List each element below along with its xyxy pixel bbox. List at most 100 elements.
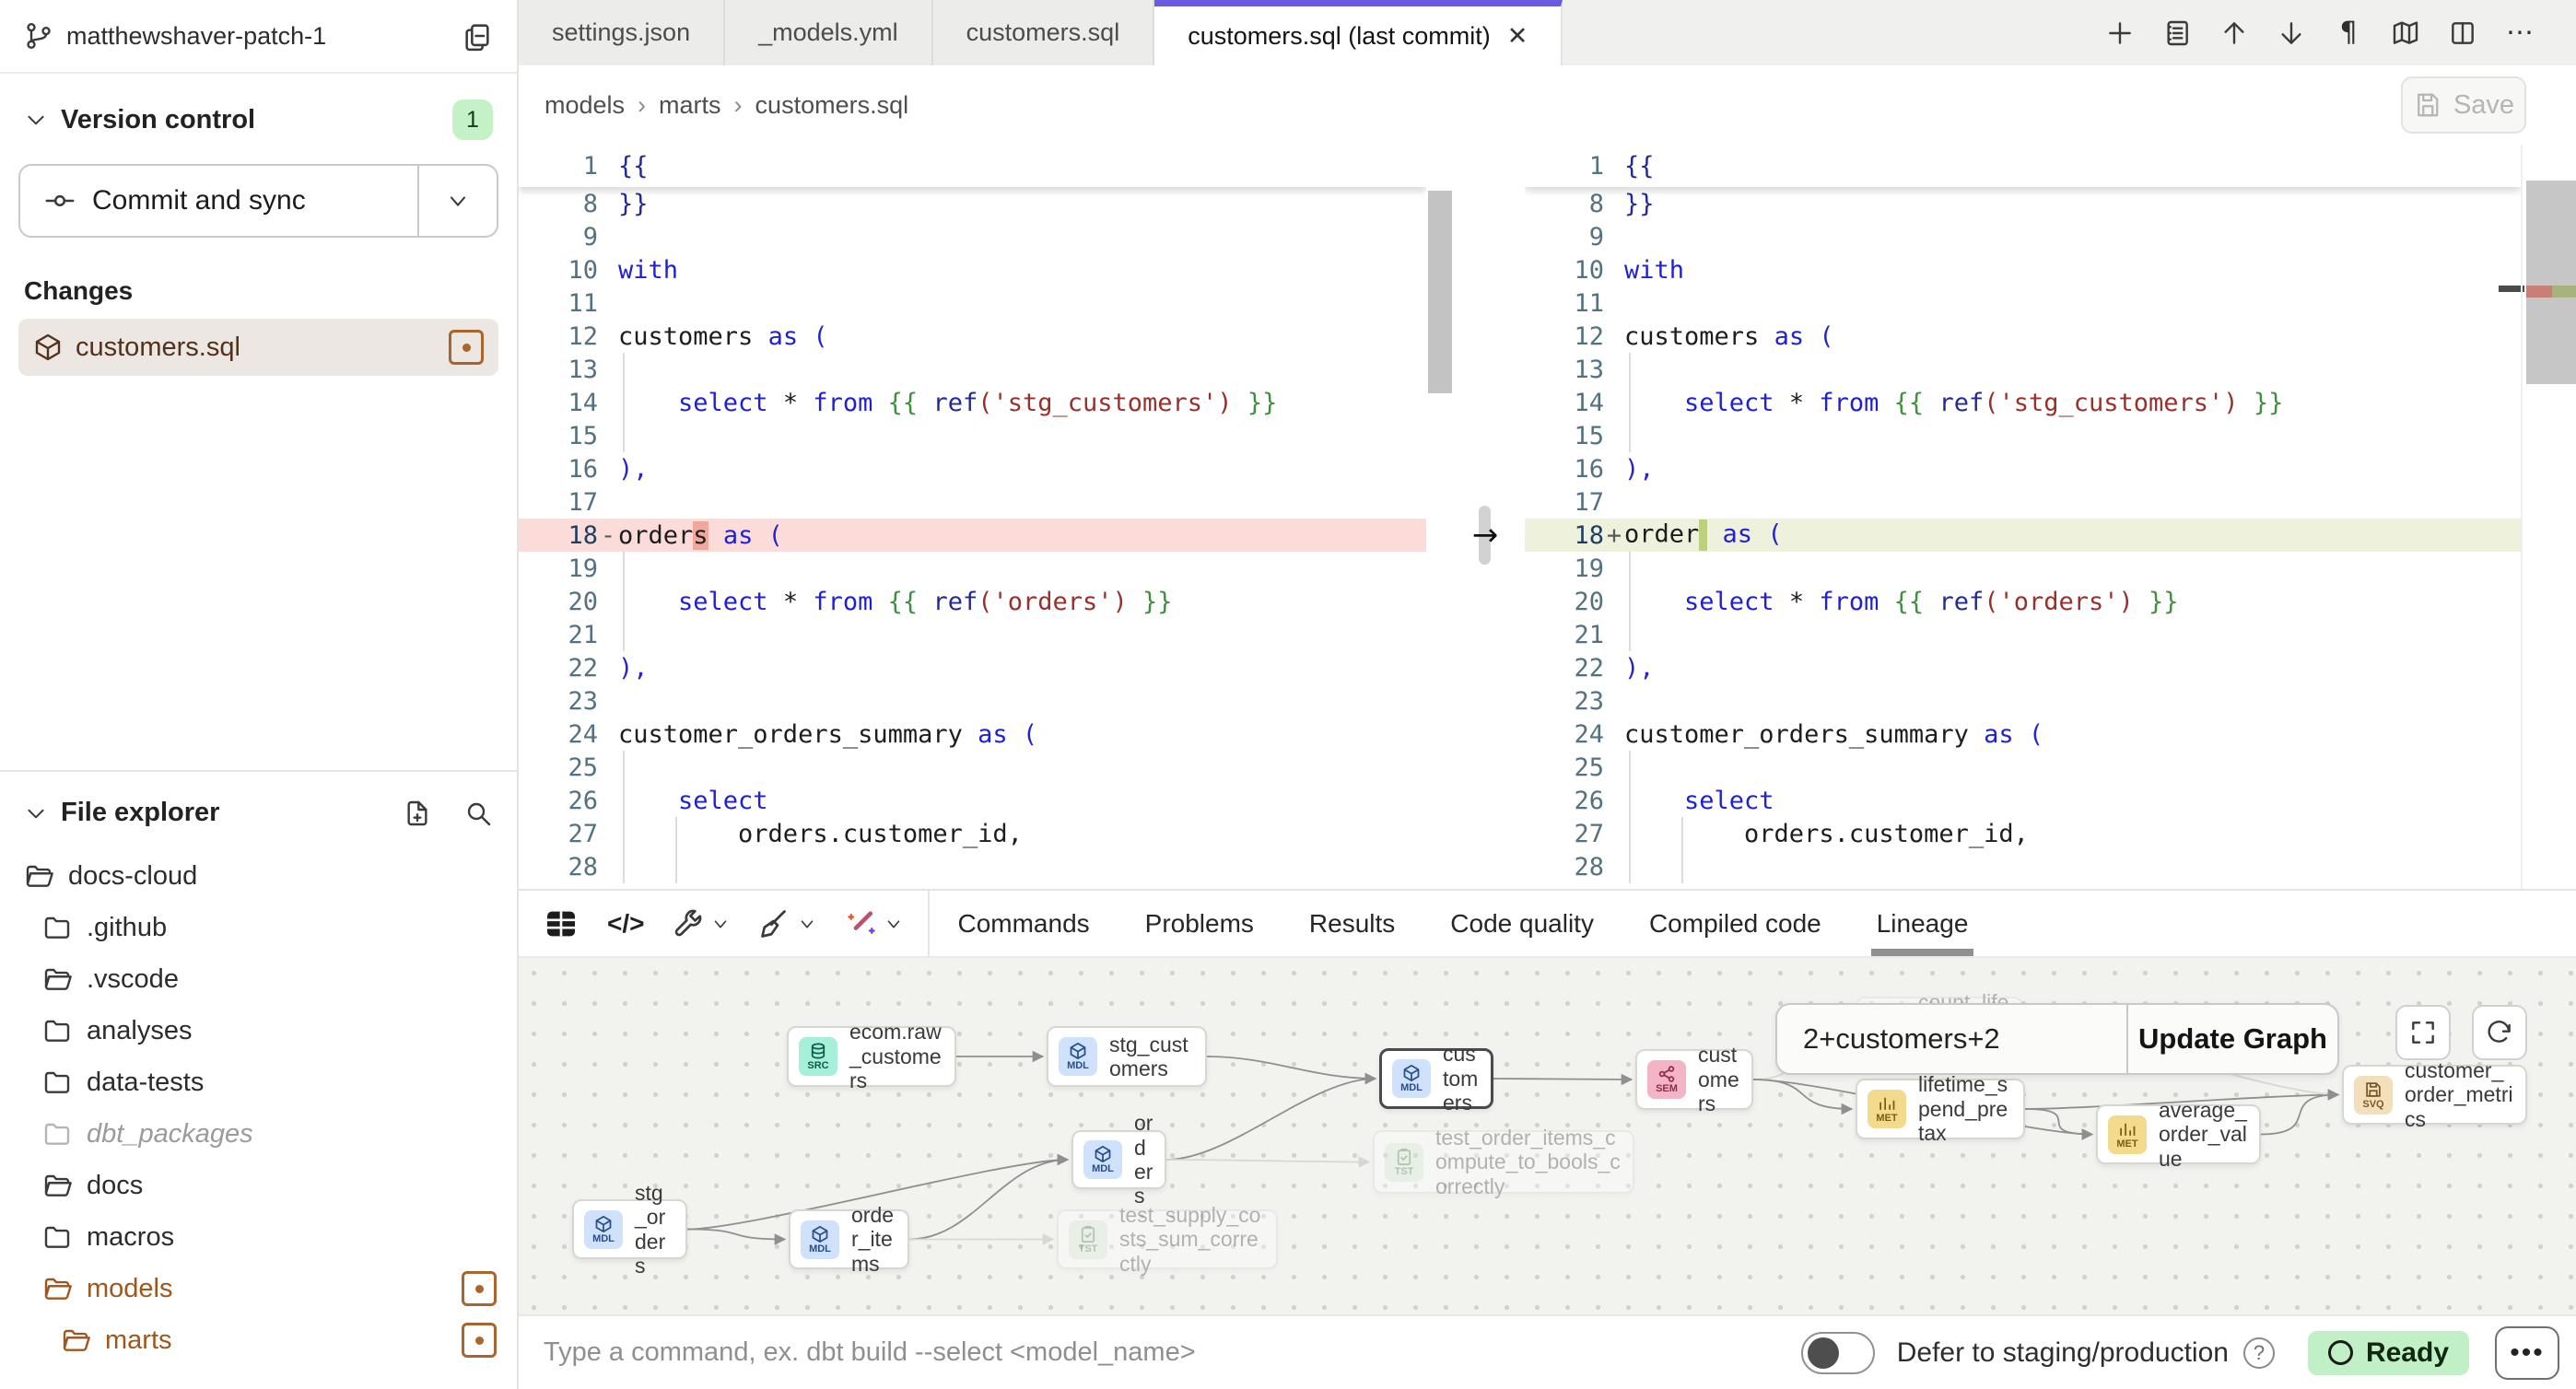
build-tools-icon[interactable]: [672, 907, 731, 940]
scroll-up-icon[interactable]: [2219, 18, 2250, 49]
diff-editor-modified-pane[interactable]: 1{{8}}910with1112customers as (1314 sele…: [1525, 145, 2521, 889]
code-line-28[interactable]: 28: [1525, 850, 2521, 883]
code-line-11[interactable]: 11: [1525, 286, 2521, 320]
code-line-11[interactable]: 11: [519, 286, 1426, 320]
lineage-refresh-button[interactable]: [2472, 1005, 2527, 1060]
file-explorer-item-dbt_packages[interactable]: dbt_packages: [0, 1108, 517, 1160]
diff-overview-ruler[interactable]: [2521, 145, 2576, 889]
lineage-node-stg_orders[interactable]: MDLstg_orders: [572, 1199, 687, 1259]
format-code-icon[interactable]: [758, 907, 817, 940]
code-line-27[interactable]: 27 orders.customer_id,: [1525, 817, 2521, 850]
ide-more-button[interactable]: •••: [2495, 1326, 2559, 1380]
code-line-24[interactable]: 24customer_orders_summary as (: [1525, 718, 2521, 751]
command-input[interactable]: [544, 1337, 1801, 1368]
code-line-12[interactable]: 12customers as (: [519, 320, 1426, 353]
breadcrumb-file[interactable]: customers.sql: [755, 91, 909, 120]
diff-editor-original-pane[interactable]: 1{{8}}910with1112customers as (1314 sele…: [519, 145, 1426, 889]
code-line-12[interactable]: 12customers as (: [1525, 320, 2521, 353]
update-graph-button[interactable]: Update Graph: [2126, 1005, 2337, 1073]
lineage-fullscreen-button[interactable]: [2395, 1005, 2451, 1060]
version-control-header[interactable]: Version control 1: [0, 74, 517, 158]
code-line-25[interactable]: 25: [519, 751, 1426, 784]
file-explorer-header[interactable]: File explorer: [0, 772, 517, 846]
code-line-15[interactable]: 15: [1525, 419, 2521, 452]
code-line-13[interactable]: 13: [519, 353, 1426, 386]
tab-settings.json[interactable]: settings.json: [519, 0, 725, 65]
code-line-25[interactable]: 25: [1525, 751, 2521, 784]
lineage-selector-input[interactable]: [1777, 1005, 2126, 1073]
lineage-node-order_items[interactable]: MDLorder_items: [789, 1209, 909, 1269]
code-line-28[interactable]: 28: [519, 850, 1426, 883]
breadcrumb-models[interactable]: models: [544, 91, 625, 120]
lineage-node-test_order_items_compute_to_bools_correctly[interactable]: TSTtest_order_items_compute_to_bools_cor…: [1373, 1130, 1634, 1194]
code-line-18[interactable]: 18+order as (: [1525, 519, 2521, 552]
code-line-1[interactable]: 1{{: [519, 145, 1426, 187]
code-line-16[interactable]: 16),: [519, 452, 1426, 485]
file-explorer-item-docs-cloud[interactable]: docs-cloud: [0, 850, 517, 902]
bottom-tab-results[interactable]: Results: [1282, 891, 1423, 956]
file-explorer-item-macros[interactable]: macros: [0, 1211, 517, 1263]
code-line-8[interactable]: 8}}: [1525, 187, 2521, 220]
lineage-canvas[interactable]: SRCecom.raw_customersMDLstg_customersMDL…: [519, 958, 2576, 1314]
code-line-22[interactable]: 22),: [1525, 651, 2521, 684]
lineage-node-customer_order_metrics[interactable]: SVQcustomer_order_metrics: [2342, 1065, 2527, 1125]
code-line-23[interactable]: 23: [1525, 684, 2521, 718]
lineage-node-stg_customers[interactable]: MDLstg_customers: [1047, 1026, 1207, 1087]
code-line-24[interactable]: 24customer_orders_summary as (: [519, 718, 1426, 751]
lineage-node-orders[interactable]: MDLorders: [1071, 1130, 1166, 1189]
bottom-tab-lineage[interactable]: Lineage: [1849, 891, 1996, 956]
file-explorer-item-marts[interactable]: marts: [0, 1314, 517, 1366]
file-explorer-item-models[interactable]: models: [0, 1263, 517, 1314]
new-file-icon[interactable]: [403, 799, 432, 828]
bottom-tab-code-quality[interactable]: Code quality: [1423, 891, 1622, 956]
code-line-21[interactable]: 21: [1525, 618, 2521, 651]
file-explorer-item-.github[interactable]: .github: [0, 902, 517, 953]
minimap-icon[interactable]: [2390, 18, 2421, 49]
dbt-copilot-icon[interactable]: [845, 907, 904, 940]
lineage-node-customers[interactable]: MDLcustomers: [1379, 1048, 1493, 1109]
code-line-13[interactable]: 13: [1525, 353, 2521, 386]
file-explorer-item-data-tests[interactable]: data-tests: [0, 1056, 517, 1108]
lineage-node-customers_sem[interactable]: SEMcustomers: [1635, 1049, 1753, 1110]
code-line-20[interactable]: 20 select * from {{ ref('orders') }}: [519, 585, 1426, 618]
code-line-10[interactable]: 10with: [1525, 253, 2521, 286]
code-line-17[interactable]: 17: [1525, 485, 2521, 519]
file-explorer-item-docs[interactable]: docs: [0, 1160, 517, 1211]
left-editor-scrollbar[interactable]: [1428, 191, 1452, 393]
tab-_models.yml[interactable]: _models.yml: [725, 0, 933, 65]
new-tab-icon[interactable]: [2104, 18, 2136, 49]
more-actions-icon[interactable]: ⋯: [2504, 18, 2535, 49]
code-line-16[interactable]: 16),: [1525, 452, 2521, 485]
code-line-14[interactable]: 14 select * from {{ ref('stg_customers')…: [1525, 386, 2521, 419]
code-line-19[interactable]: 19: [519, 552, 1426, 585]
code-line-15[interactable]: 15: [519, 419, 1426, 452]
split-editor-icon[interactable]: [2447, 18, 2478, 49]
code-line-10[interactable]: 10with: [519, 253, 1426, 286]
tab-customers.sql (last commit)[interactable]: customers.sql (last commit)✕: [1154, 0, 1563, 65]
code-line-21[interactable]: 21: [519, 618, 1426, 651]
commit-options-caret[interactable]: [417, 166, 497, 236]
diff-revert-arrow-icon[interactable]: →: [1463, 517, 1507, 554]
copy-branch-icon[interactable]: [462, 20, 493, 52]
code-line-9[interactable]: 9: [519, 220, 1426, 253]
code-line-18[interactable]: 18-orders as (: [519, 519, 1426, 552]
code-line-19[interactable]: 19: [1525, 552, 2521, 585]
code-line-14[interactable]: 14 select * from {{ ref('stg_customers')…: [519, 386, 1426, 419]
code-line-8[interactable]: 8}}: [519, 187, 1426, 220]
lineage-node-average_order_value[interactable]: METaverage_order_value: [2096, 1104, 2261, 1164]
help-icon[interactable]: ?: [2243, 1337, 2275, 1369]
bottom-tab-compiled-code[interactable]: Compiled code: [1622, 891, 1849, 956]
code-line-17[interactable]: 17: [519, 485, 1426, 519]
code-line-23[interactable]: 23: [519, 684, 1426, 718]
lineage-node-test_supply_costs_sum_correctly[interactable]: TSTtest_supply_costs_sum_correctly: [1057, 1209, 1278, 1269]
code-line-1[interactable]: 1{{: [1525, 145, 2521, 187]
code-line-26[interactable]: 26 select: [1525, 784, 2521, 817]
code-line-27[interactable]: 27 orders.customer_id,: [519, 817, 1426, 850]
code-line-20[interactable]: 20 select * from {{ ref('orders') }}: [1525, 585, 2521, 618]
bottom-tab-commands[interactable]: Commands: [930, 891, 1117, 956]
lineage-node-lifetime_spend_pretax[interactable]: METlifetime_spend_pretax: [1856, 1079, 2025, 1139]
branch-selector[interactable]: matthewshaver-patch-1: [24, 21, 462, 51]
overview-ruler-thumb[interactable]: [2526, 181, 2576, 384]
file-explorer-item-.vscode[interactable]: .vscode: [0, 953, 517, 1005]
scroll-down-icon[interactable]: [2276, 18, 2307, 49]
